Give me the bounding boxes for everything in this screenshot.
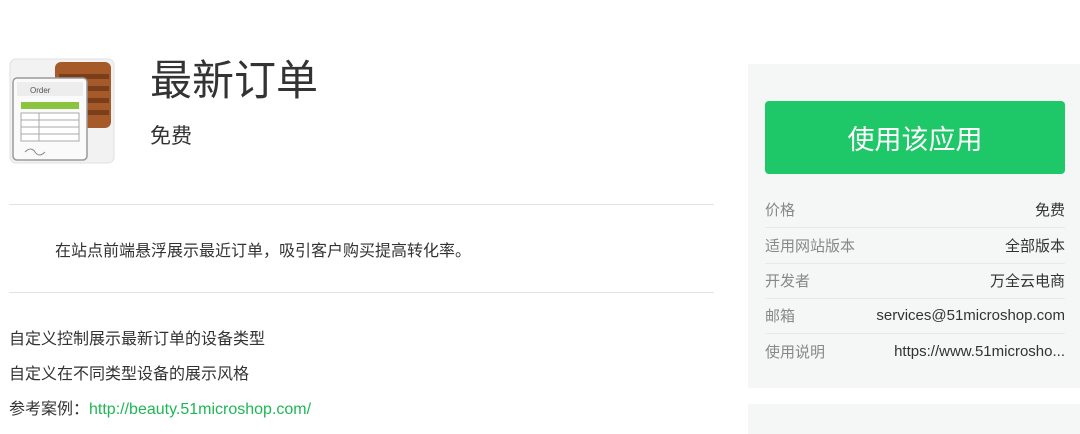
example-link[interactable]: http://beauty.51microshop.com/ — [89, 401, 311, 418]
info-value: 万全云电商 — [989, 272, 1065, 290]
app-icon: Order — [9, 58, 115, 164]
feature-item: 自定义在不同类型设备的展示风格 — [9, 364, 250, 383]
app-title: 最新订单 — [150, 56, 319, 105]
info-value: 免费 — [1034, 201, 1065, 219]
feature-item: 自定义控制展示最新订单的设备类型 — [9, 329, 266, 348]
use-app-button[interactable]: 使用该应用 — [765, 101, 1065, 174]
info-label: 适用网站版本 — [765, 237, 856, 255]
info-label: 使用说明 — [765, 343, 826, 361]
info-row-email: 邮箱 services@51microshop.com — [765, 298, 1065, 334]
info-value[interactable]: services@51microshop.com — [876, 307, 1065, 324]
example-row: 参考案例：http://beauty.51microshop.com/ — [9, 396, 311, 423]
divider — [9, 204, 714, 205]
info-row-developer: 开发者 万全云电商 — [765, 263, 1065, 299]
sidebar-panel: 使用该应用 价格 免费 适用网站版本 全部版本 开发者 万全云电商 邮箱 ser… — [748, 64, 1080, 388]
example-label: 参考案例： — [9, 399, 90, 418]
info-label: 邮箱 — [765, 307, 796, 325]
info-row-version: 适用网站版本 全部版本 — [765, 228, 1065, 264]
info-value: 全部版本 — [1004, 237, 1065, 255]
info-label: 开发者 — [765, 272, 811, 290]
divider — [9, 292, 714, 293]
info-value[interactable]: https://www.51microsho... — [894, 343, 1065, 360]
sidebar-panel-lower — [748, 404, 1080, 434]
order-icon-label: Order — [30, 86, 51, 95]
app-description: 在站点前端悬浮展示最近订单，吸引客户购买提高转化率。 — [55, 241, 472, 260]
app-price: 免费 — [150, 124, 192, 148]
info-label: 价格 — [765, 201, 796, 219]
info-row-instructions: 使用说明 https://www.51microsho... — [765, 334, 1065, 369]
info-row-price: 价格 免费 — [765, 192, 1065, 228]
